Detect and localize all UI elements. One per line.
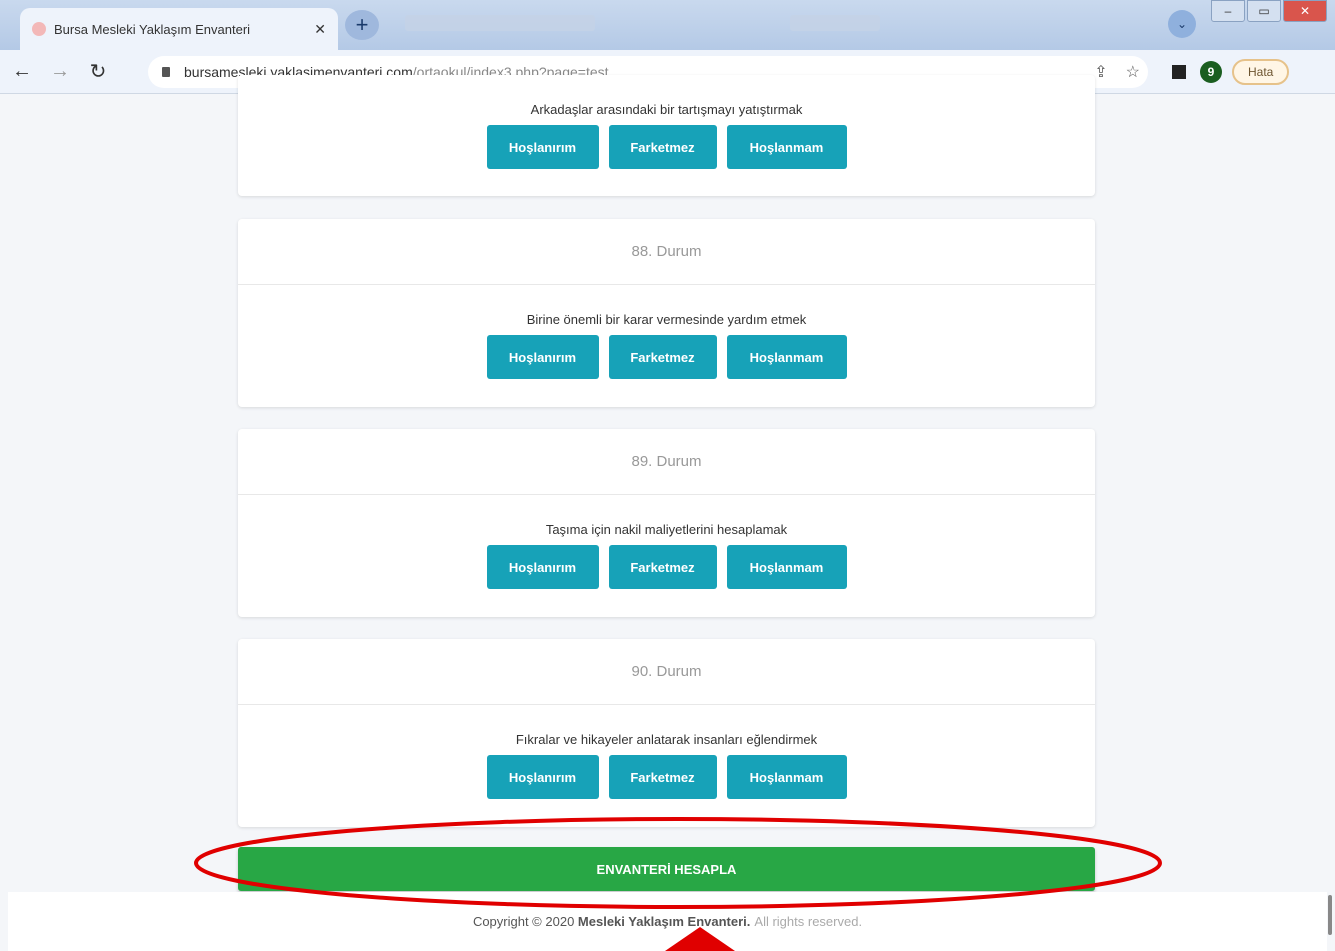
blurred-window-title-2	[790, 15, 880, 31]
neutral-button[interactable]: Farketmez	[608, 545, 717, 589]
back-arrow-icon[interactable]: ←	[6, 56, 38, 88]
page-content: Arkadaşlar arasındaki bir tartışmayı yat…	[0, 75, 1335, 951]
forward-arrow-icon[interactable]: →	[44, 56, 76, 88]
maximize-button[interactable]: ▭	[1247, 0, 1281, 22]
question-card: 88. Durum Birine önemli bir karar vermes…	[238, 219, 1095, 407]
dislike-button[interactable]: Hoşlanmam	[726, 335, 847, 379]
calculate-inventory-button[interactable]: ENVANTERİ HESAPLA	[238, 847, 1095, 891]
like-button[interactable]: Hoşlanırım	[486, 755, 599, 799]
question-number: 90. Durum	[238, 639, 1095, 705]
question-card: 90. Durum Fıkralar ve hikayeler anlatara…	[238, 639, 1095, 827]
new-tab-button[interactable]: +	[345, 10, 379, 40]
question-text: Birine önemli bir karar vermesinde yardı…	[526, 312, 807, 327]
browser-tab-active[interactable]: Bursa Mesleki Yaklaşım Envanteri ✕	[20, 8, 338, 50]
error-badge-button[interactable]: Hata	[1232, 59, 1290, 85]
dislike-button[interactable]: Hoşlanmam	[726, 125, 847, 169]
rights-text: All rights reserved.	[754, 914, 863, 929]
side-panel-icon[interactable]	[1172, 65, 1186, 79]
question-card: Arkadaşlar arasındaki bir tartışmayı yat…	[238, 75, 1095, 196]
reload-icon[interactable]: ↻	[82, 56, 114, 88]
footer-brand-link[interactable]: Mesleki Yaklaşım Envanteri.	[578, 914, 750, 929]
window-controls: ‒ ▭ ✕	[1209, 0, 1327, 22]
like-button[interactable]: Hoşlanırım	[486, 545, 599, 589]
tab-search-chevron-icon[interactable]: ⌄	[1168, 10, 1196, 38]
question-text: Fıkralar ve hikayeler anlatarak insanlar…	[515, 732, 818, 747]
browser-titlebar: Bursa Mesleki Yaklaşım Envanteri ✕ + ⌄ ‒…	[0, 0, 1335, 50]
blurred-window-title	[405, 15, 595, 31]
question-number: 89. Durum	[238, 429, 1095, 495]
page-footer: Copyright © 2020 Mesleki Yaklaşım Envant…	[8, 892, 1327, 951]
neutral-button[interactable]: Farketmez	[608, 755, 717, 799]
lock-icon	[162, 67, 170, 77]
question-text: Arkadaşlar arasındaki bir tartışmayı yat…	[530, 102, 803, 117]
like-button[interactable]: Hoşlanırım	[486, 125, 599, 169]
profile-avatar[interactable]: 9	[1200, 61, 1222, 83]
dislike-button[interactable]: Hoşlanmam	[726, 755, 847, 799]
site-favicon-icon	[32, 22, 46, 36]
question-card: 89. Durum Taşıma için nakil maliyetlerin…	[238, 429, 1095, 617]
neutral-button[interactable]: Farketmez	[608, 125, 717, 169]
dislike-button[interactable]: Hoşlanmam	[726, 545, 847, 589]
minimize-button[interactable]: ‒	[1211, 0, 1245, 22]
copyright-text: Copyright © 2020	[472, 914, 575, 929]
question-number: 88. Durum	[238, 219, 1095, 285]
close-window-button[interactable]: ✕	[1283, 0, 1327, 22]
scrollbar-thumb[interactable]	[1328, 895, 1332, 935]
share-icon[interactable]: ⇪	[1094, 62, 1107, 82]
neutral-button[interactable]: Farketmez	[608, 335, 717, 379]
tab-title: Bursa Mesleki Yaklaşım Envanteri	[54, 21, 251, 37]
bookmark-star-icon[interactable]: ☆	[1126, 62, 1140, 82]
like-button[interactable]: Hoşlanırım	[486, 335, 599, 379]
tab-close-icon[interactable]: ✕	[314, 21, 326, 38]
question-text: Taşıma için nakil maliyetlerini hesaplam…	[545, 522, 788, 537]
